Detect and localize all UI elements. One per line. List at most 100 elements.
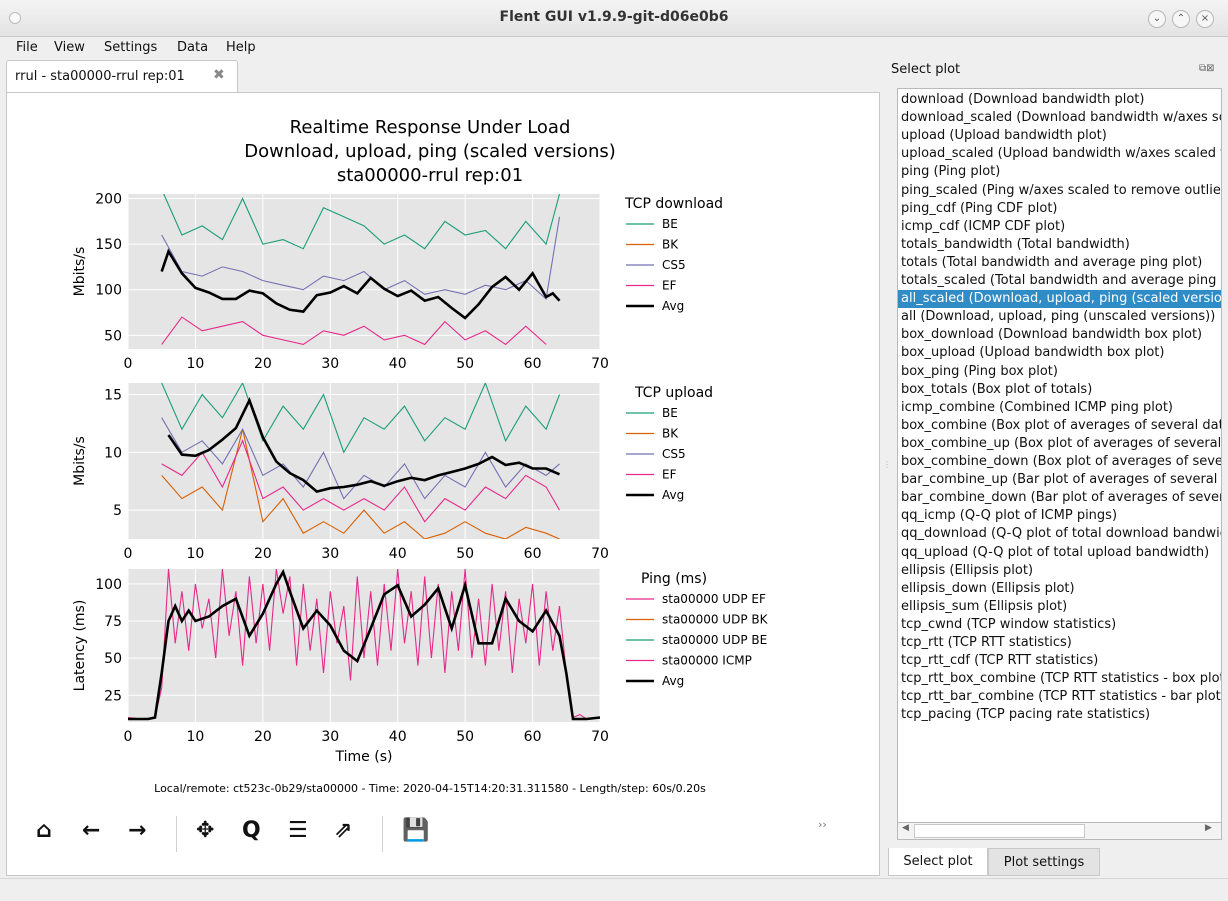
- dock-float-close-icon[interactable]: ⧉⊠: [1199, 63, 1215, 74]
- x-tick-label: 20: [254, 729, 272, 745]
- plot-list-item[interactable]: qq_upload (Q-Q plot of total upload band…: [901, 544, 1221, 562]
- plot-list-item[interactable]: tcp_rtt_bar_combine (TCP RTT statistics …: [901, 688, 1221, 706]
- plot-list-item[interactable]: upload (Upload bandwidth plot): [901, 127, 1221, 145]
- plot-list-item[interactable]: box_combine (Box plot of averages of sev…: [901, 417, 1221, 435]
- legend-entry: Avg: [662, 674, 684, 688]
- chart-panel-2: 0 10 20 30 40 50 60 70 5 10 15 Mbits/s TCP upload BE B…: [72, 383, 713, 562]
- plot-list-item[interactable]: icmp_cdf (ICMP CDF plot): [901, 218, 1221, 236]
- plot-area: [128, 383, 600, 539]
- plot-list-item[interactable]: tcp_rtt_cdf (TCP RTT statistics): [901, 652, 1221, 670]
- plot-list-item[interactable]: upload_scaled (Upload bandwidth w/axes s…: [901, 145, 1221, 163]
- tab-rrul[interactable]: rrul - sta00000-rrul rep:01 ✖: [6, 60, 238, 93]
- plot-list-item[interactable]: all (Download, upload, ping (unscaled ve…: [901, 308, 1221, 326]
- legend-entry: sta00000 UDP BE: [662, 633, 767, 647]
- scroll-right-icon[interactable]: ▶: [1205, 823, 1212, 833]
- plot-list-item[interactable]: download (Download bandwidth plot): [901, 91, 1221, 109]
- y-tick-label: 100: [95, 283, 122, 299]
- menu-settings[interactable]: Settings: [104, 40, 157, 55]
- plot-list-item[interactable]: ping_scaled (Ping w/axes scaled to remov…: [901, 182, 1221, 200]
- save-icon[interactable]: 💾: [402, 818, 429, 843]
- status-bar: [0, 878, 1228, 901]
- plot-list-item[interactable]: all_scaled (Download, upload, ping (scal…: [898, 290, 1221, 309]
- horizontal-scrollbar[interactable]: ◀ ▶: [897, 822, 1222, 840]
- maximize-icon[interactable]: ⌃: [1172, 10, 1190, 28]
- x-tick-label: 70: [591, 356, 609, 372]
- plot-list-item[interactable]: ellipsis (Ellipsis plot): [901, 562, 1221, 580]
- back-icon[interactable]: ←: [82, 818, 100, 843]
- y-tick-label: 25: [104, 688, 122, 704]
- plot-list-item[interactable]: box_totals (Box plot of totals): [901, 381, 1221, 399]
- plot-list-item[interactable]: ping_cdf (Ping CDF plot): [901, 200, 1221, 218]
- plot-list-item[interactable]: ellipsis_down (Ellipsis plot): [901, 580, 1221, 598]
- figure-canvas: Realtime Response Under Load Download, u…: [72, 117, 769, 795]
- home-icon[interactable]: ⌂: [36, 818, 52, 843]
- y-tick-label: 75: [104, 614, 122, 630]
- plot-list[interactable]: download (Download bandwidth plot) downlo…: [897, 88, 1222, 840]
- y-axis-label: Mbits/s: [72, 247, 88, 297]
- window-title: Flent GUI v1.9.9-git-d06e0b6: [499, 9, 729, 25]
- plot-list-item[interactable]: bar_combine_up (Bar plot of averages of …: [901, 471, 1221, 489]
- plot-list-item[interactable]: icmp_combine (Combined ICMP ping plot): [901, 399, 1221, 417]
- y-axis-label: Latency (ms): [72, 600, 88, 692]
- x-tick-label: 40: [389, 356, 407, 372]
- pan-icon[interactable]: ✥: [196, 818, 214, 843]
- plot-list-item[interactable]: box_ping (Ping box plot): [901, 363, 1221, 381]
- edit-axes-icon[interactable]: ⇗: [334, 818, 352, 843]
- x-tick-label: 60: [524, 729, 542, 745]
- x-tick-label: 60: [524, 356, 542, 372]
- legend-title: TCP upload: [634, 385, 713, 401]
- x-axis-label: Time (s): [335, 749, 393, 765]
- plot-list-item[interactable]: ellipsis_sum (Ellipsis plot): [901, 598, 1221, 616]
- tab-plot-settings[interactable]: Plot settings: [988, 848, 1100, 876]
- plot-list-item[interactable]: box_download (Download bandwidth box plo…: [901, 326, 1221, 344]
- legend-title: TCP download: [624, 196, 723, 212]
- plot-list-item[interactable]: tcp_pacing (TCP pacing rate statistics): [901, 706, 1221, 724]
- close-icon[interactable]: ✖: [213, 67, 225, 83]
- x-tick-label: 20: [254, 356, 272, 372]
- toolbar-separator: [176, 816, 177, 852]
- forward-icon[interactable]: →: [128, 818, 146, 843]
- x-tick-label: 50: [456, 356, 474, 372]
- plot-list-item[interactable]: bar_combine_down (Bar plot of averages o…: [901, 489, 1221, 507]
- plot-list-item[interactable]: tcp_cwnd (TCP window statistics): [901, 616, 1221, 634]
- legend-entry: CS5: [662, 447, 686, 461]
- y-tick-label: 10: [104, 445, 122, 461]
- legend-entry: EF: [662, 279, 677, 293]
- plot-list-item[interactable]: qq_download (Q-Q plot of total download …: [901, 525, 1221, 543]
- tab-select-plot[interactable]: Select plot: [888, 848, 988, 876]
- window-titlebar: Flent GUI v1.9.9-git-d06e0b6 ⌄ ⌃ ×: [0, 0, 1228, 37]
- plot-list-item[interactable]: box_combine_up (Box plot of averages of …: [901, 435, 1221, 453]
- plot-list-item[interactable]: box_combine_down (Box plot of averages o…: [901, 453, 1221, 471]
- x-tick-label: 70: [591, 546, 609, 562]
- x-tick-label: 30: [321, 729, 339, 745]
- scroll-left-icon[interactable]: ◀: [902, 823, 909, 833]
- menu-data[interactable]: Data: [177, 40, 208, 55]
- plot-list-item[interactable]: totals_bandwidth (Total bandwidth): [901, 236, 1221, 254]
- menu-help[interactable]: Help: [226, 40, 256, 55]
- plot-list-item[interactable]: tcp_rtt_box_combine (TCP RTT statistics …: [901, 670, 1221, 688]
- plot-list-item[interactable]: totals_scaled (Total bandwidth and avera…: [901, 272, 1221, 290]
- x-tick-label: 60: [524, 546, 542, 562]
- minimize-icon[interactable]: ⌄: [1148, 10, 1166, 28]
- zoom-icon[interactable]: Q: [242, 818, 261, 843]
- menu-file[interactable]: File: [16, 40, 38, 55]
- plot-list-item[interactable]: tcp_rtt (TCP RTT statistics): [901, 634, 1221, 652]
- chart-panel-1: 0 10 20 30 40 50 60 70 50 100 150 200 Mbits/s TCP dow…: [72, 192, 723, 372]
- close-window-icon[interactable]: ×: [1196, 10, 1214, 28]
- plot-list-item[interactable]: box_upload (Upload bandwidth box plot): [901, 344, 1221, 362]
- toolbar-separator: [382, 816, 383, 852]
- scrollbar-thumb[interactable]: [914, 824, 1085, 838]
- plot-list-item[interactable]: download_scaled (Download bandwidth w/ax…: [901, 109, 1221, 127]
- x-tick-label: 0: [124, 546, 133, 562]
- menubar: File View Settings Data Help: [0, 37, 1228, 59]
- chart-panel-3: 0 10 20 30 40 50 60 70 25 50 75 100 Latency (ms) Ping…: [72, 569, 769, 745]
- legend-entry: sta00000 UDP EF: [662, 592, 766, 606]
- toolbar-overflow-icon[interactable]: ››: [818, 818, 827, 831]
- figure-footer: Local/remote: ct523c-0b29/sta00000 - Tim…: [154, 782, 706, 795]
- plot-list-item[interactable]: qq_icmp (Q-Q plot of ICMP pings): [901, 507, 1221, 525]
- splitter-handle[interactable]: ⋮: [883, 460, 891, 469]
- plot-list-item[interactable]: totals (Total bandwidth and average ping…: [901, 254, 1221, 272]
- plot-list-item[interactable]: ping (Ping plot): [901, 163, 1221, 181]
- menu-view[interactable]: View: [54, 40, 85, 55]
- configure-subplots-icon[interactable]: ☰: [288, 818, 308, 843]
